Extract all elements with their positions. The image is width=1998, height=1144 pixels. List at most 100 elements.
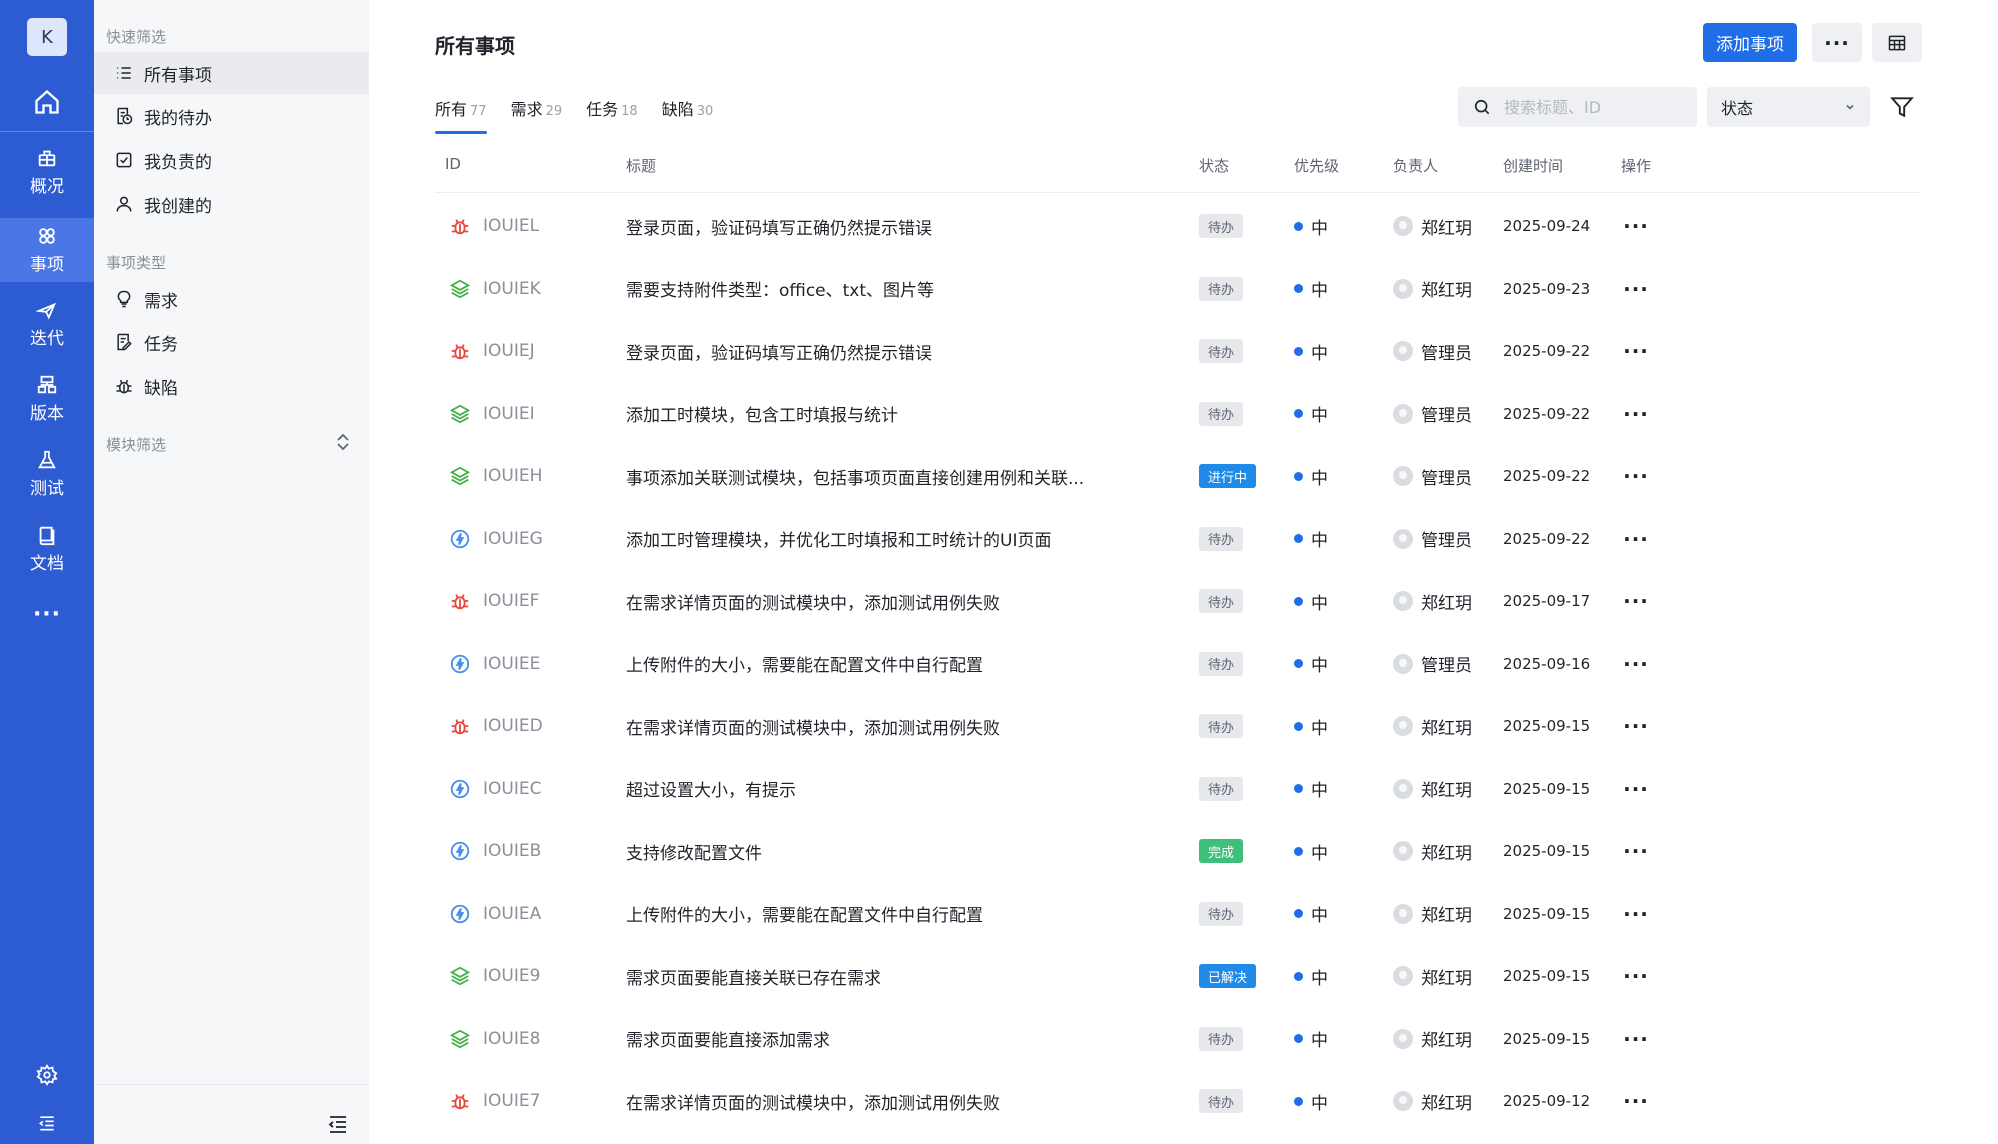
settings-button[interactable]: [0, 1055, 94, 1095]
table-row[interactable]: IOUIE8 需求页面要能直接添加需求 待办 中 郑红玥 2025-09-15 ···: [435, 1008, 1921, 1070]
table-row[interactable]: IOUIEC 超过设置大小，有提示 待办 中 郑红玥 2025-09-15 ···: [435, 758, 1921, 820]
owner-cell[interactable]: 管理员: [1393, 508, 1472, 570]
rail-item-test[interactable]: 测试: [0, 442, 94, 506]
item-title[interactable]: 需求页面要能直接关联已存在需求: [626, 945, 881, 1007]
rail-more-button[interactable]: ···: [0, 602, 94, 634]
row-actions-button[interactable]: ···: [1621, 570, 1651, 632]
priority-cell[interactable]: 中: [1294, 508, 1328, 570]
row-actions-button[interactable]: ···: [1621, 758, 1651, 820]
item-id[interactable]: IOUIE7: [483, 1091, 540, 1111]
table-row[interactable]: IOUIEH 事项添加关联测试模块，包括事项页面直接创建用例和关联... 进行中 中 管…: [435, 445, 1921, 507]
priority-cell[interactable]: 中: [1294, 758, 1328, 820]
priority-cell[interactable]: 中: [1294, 383, 1328, 445]
item-title[interactable]: 需求页面要能直接添加需求: [626, 1008, 830, 1070]
search-input[interactable]: [1504, 97, 1674, 117]
owner-cell[interactable]: 郑红玥: [1393, 1070, 1472, 1132]
priority-cell[interactable]: 中: [1294, 633, 1328, 695]
owner-cell[interactable]: 管理员: [1393, 320, 1472, 382]
priority-cell[interactable]: 中: [1294, 195, 1328, 257]
row-actions-button[interactable]: ···: [1621, 1070, 1651, 1132]
row-actions-button[interactable]: ···: [1621, 945, 1651, 1007]
item-title[interactable]: 登录页面，验证码填写正确仍然提示错误: [626, 320, 932, 382]
table-row[interactable]: IOUIEL 登录页面，验证码填写正确仍然提示错误 待办 中 郑红玥 2025-09-24…: [435, 195, 1921, 257]
status-badge[interactable]: 待办: [1199, 1089, 1244, 1113]
row-actions-button[interactable]: ···: [1621, 508, 1651, 570]
row-actions-button[interactable]: ···: [1621, 258, 1651, 320]
status-badge[interactable]: 完成: [1199, 839, 1244, 863]
owner-cell[interactable]: 郑红玥: [1393, 258, 1472, 320]
item-id[interactable]: IOUIEA: [483, 904, 541, 924]
type-filter-task[interactable]: 任务: [94, 321, 369, 363]
row-actions-button[interactable]: ···: [1621, 445, 1651, 507]
item-title[interactable]: 超过设置大小，有提示: [626, 758, 796, 820]
item-id[interactable]: IOUIEB: [483, 841, 541, 861]
item-title[interactable]: 添加工时管理模块，并优化工时填报和工时统计的UI页面: [626, 508, 1051, 570]
item-title[interactable]: 添加工时模块，包含工时填报与统计: [626, 383, 898, 445]
table-row[interactable]: IOUIE9 需求页面要能直接关联已存在需求 已解决 中 郑红玥 2025-09-15 ··…: [435, 945, 1921, 1007]
row-actions-button[interactable]: ···: [1621, 883, 1651, 945]
priority-cell[interactable]: 中: [1294, 883, 1328, 945]
row-actions-button[interactable]: ···: [1621, 695, 1651, 757]
chevron-updown-icon[interactable]: [335, 432, 351, 452]
rail-item-version[interactable]: 版本: [0, 367, 94, 431]
priority-cell[interactable]: 中: [1294, 945, 1328, 1007]
row-actions-button[interactable]: ···: [1621, 383, 1651, 445]
owner-cell[interactable]: 郑红玥: [1393, 695, 1472, 757]
rail-item-doc[interactable]: 文档: [0, 517, 94, 581]
owner-cell[interactable]: 郑红玥: [1393, 1008, 1472, 1070]
item-title[interactable]: 需要支持附件类型：office、txt、图片等: [626, 258, 934, 320]
table-row[interactable]: IOUIEJ 登录页面，验证码填写正确仍然提示错误 待办 中 管理员 2025-09-22…: [435, 320, 1921, 382]
status-badge[interactable]: 待办: [1199, 651, 1244, 676]
rail-item-iteration[interactable]: 迭代: [0, 292, 94, 356]
row-actions-button[interactable]: ···: [1621, 195, 1651, 257]
user-avatar[interactable]: K: [27, 18, 67, 56]
item-title[interactable]: 在需求详情页面的测试模块中，添加测试用例失败: [626, 1070, 1000, 1132]
priority-cell[interactable]: 中: [1294, 258, 1328, 320]
priority-cell[interactable]: 中: [1294, 820, 1328, 882]
table-row[interactable]: IOUIEI 添加工时模块，包含工时填报与统计 待办 中 管理员 2025-09-22 ··…: [435, 383, 1921, 445]
item-id[interactable]: IOUIEC: [483, 779, 541, 799]
item-id[interactable]: IOUIEL: [483, 216, 539, 236]
rail-item-overview[interactable]: 概况: [0, 140, 94, 204]
item-title[interactable]: 在需求详情页面的测试模块中，添加测试用例失败: [626, 695, 1000, 757]
priority-cell[interactable]: 中: [1294, 445, 1328, 507]
tab-bug[interactable]: 缺陷 30: [662, 96, 714, 134]
item-id[interactable]: IOUIEI: [483, 404, 535, 424]
quick-filter-created[interactable]: 我创建的: [94, 183, 369, 225]
type-filter-bug[interactable]: 缺陷: [94, 365, 369, 407]
owner-cell[interactable]: 郑红玥: [1393, 883, 1472, 945]
owner-cell[interactable]: 郑红玥: [1393, 945, 1472, 1007]
home-button[interactable]: [0, 74, 94, 130]
item-title[interactable]: 支持修改配置文件: [626, 820, 762, 882]
status-badge[interactable]: 待办: [1199, 401, 1244, 426]
panel-collapse-icon[interactable]: [326, 1112, 350, 1136]
owner-cell[interactable]: 管理员: [1393, 383, 1472, 445]
tab-story[interactable]: 需求 29: [511, 96, 563, 134]
rail-collapse-button[interactable]: [0, 1103, 94, 1143]
table-row[interactable]: IOUIEA 上传附件的大小，需要能在配置文件中自行配置 待办 中 郑红玥 2025-09…: [435, 883, 1921, 945]
table-row[interactable]: IOUIEE 上传附件的大小，需要能在配置文件中自行配置 待办 中 管理员 2025-09…: [435, 633, 1921, 695]
status-badge[interactable]: 待办: [1199, 339, 1244, 363]
row-actions-button[interactable]: ···: [1621, 320, 1651, 382]
owner-cell[interactable]: 郑红玥: [1393, 195, 1472, 257]
table-row[interactable]: IOUIE7 在需求详情页面的测试模块中，添加测试用例失败 待办 中 郑红玥 2025-0…: [435, 1070, 1921, 1132]
table-view-button[interactable]: [1872, 23, 1922, 62]
table-row[interactable]: IOUIEG 添加工时管理模块，并优化工时填报和工时统计的UI页面 待办 中 管理员 20…: [435, 508, 1921, 570]
owner-cell[interactable]: 郑红玥: [1393, 758, 1472, 820]
item-id[interactable]: IOUIEF: [483, 591, 539, 611]
status-badge[interactable]: 待办: [1199, 589, 1244, 613]
table-row[interactable]: IOUIEK 需要支持附件类型：office、txt、图片等 待办 中 郑红玥 2025-…: [435, 258, 1921, 320]
quick-filter-all-items[interactable]: 所有事项: [94, 52, 369, 94]
status-badge[interactable]: 进行中: [1199, 464, 1257, 488]
status-select[interactable]: 状态: [1707, 87, 1870, 127]
more-button[interactable]: ···: [1812, 23, 1862, 62]
owner-cell[interactable]: 郑红玥: [1393, 570, 1472, 632]
priority-cell[interactable]: 中: [1294, 570, 1328, 632]
item-id[interactable]: IOUIEK: [483, 279, 541, 299]
status-badge[interactable]: 已解决: [1199, 964, 1257, 988]
item-title[interactable]: 上传附件的大小，需要能在配置文件中自行配置: [626, 633, 983, 695]
table-row[interactable]: IOUIEB 支持修改配置文件 完成 中 郑红玥 2025-09-15 ···: [435, 820, 1921, 882]
owner-cell[interactable]: 郑红玥: [1393, 820, 1472, 882]
owner-cell[interactable]: 管理员: [1393, 633, 1472, 695]
item-id[interactable]: IOUIED: [483, 716, 543, 736]
